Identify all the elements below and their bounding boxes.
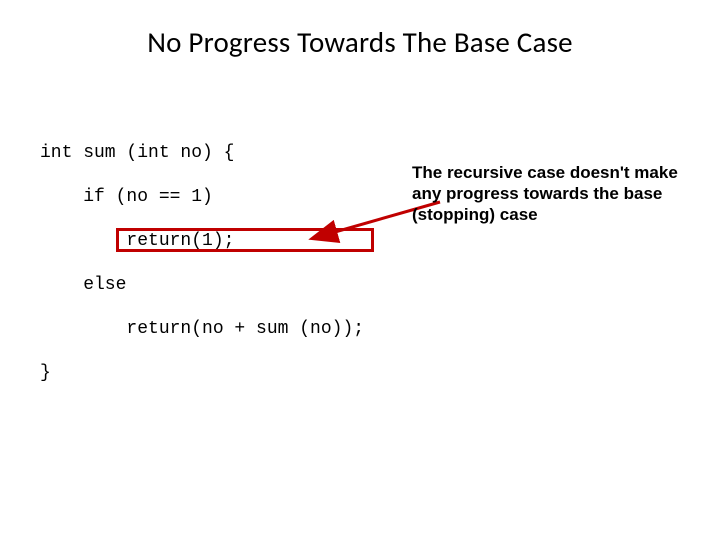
code-block: int sum (int no) { if (no == 1) return(1… — [40, 120, 364, 406]
code-line-2: if (no == 1) — [40, 186, 364, 208]
code-line-1: int sum (int no) { — [40, 142, 364, 164]
annotation-text: The recursive case doesn't make any prog… — [412, 162, 682, 225]
code-line-5: return(no + sum (no)); — [40, 318, 364, 340]
code-line-3: return(1); — [40, 230, 364, 252]
code-line-6: } — [40, 362, 364, 384]
slide-title: No Progress Towards The Base Case — [0, 0, 720, 60]
code-line-4: else — [40, 274, 364, 296]
